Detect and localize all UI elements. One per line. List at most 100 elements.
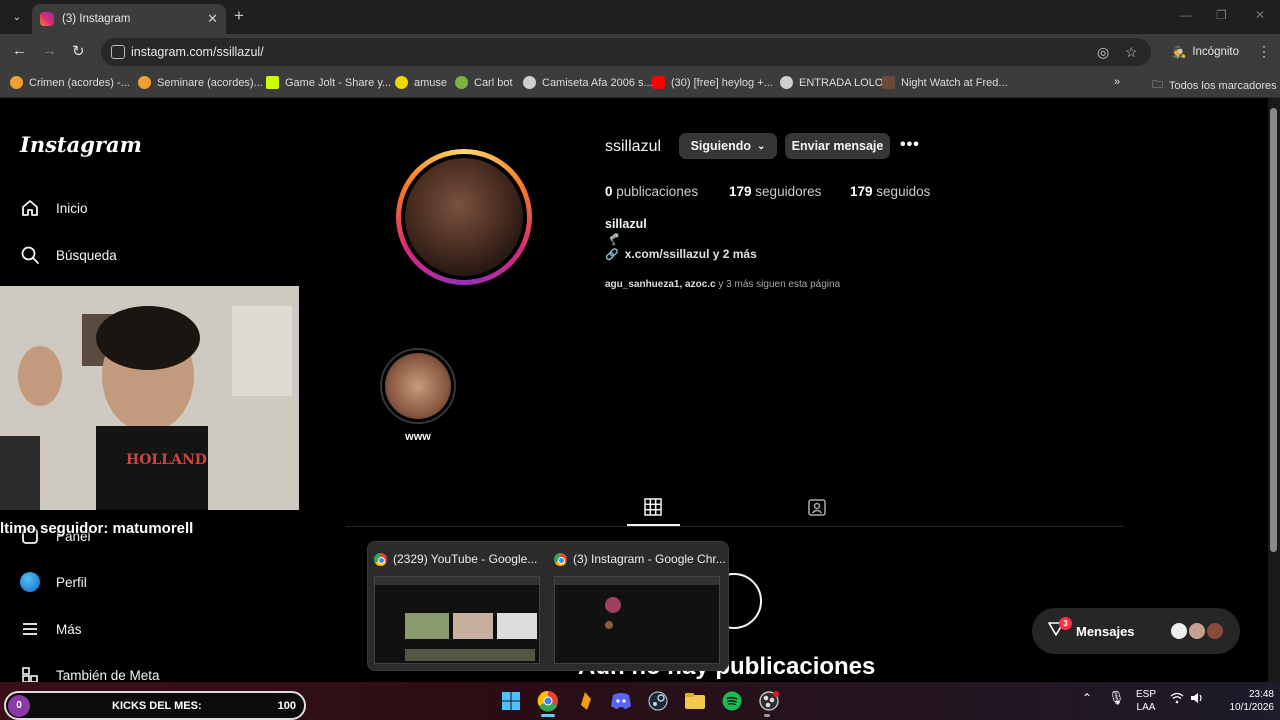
posts-grid-icon[interactable] bbox=[644, 498, 662, 521]
windows-start-icon[interactable] bbox=[499, 689, 523, 713]
followers-stat[interactable]: 179 seguidores bbox=[729, 184, 821, 199]
taskbar-window-preview: (2329) YouTube - Google... (3) Instagram… bbox=[367, 541, 729, 671]
spotify-icon[interactable] bbox=[720, 689, 744, 713]
eye-off-icon[interactable]: ◎ bbox=[1097, 44, 1109, 61]
obs-running-indicator bbox=[764, 714, 770, 717]
instagram-logo[interactable]: Instagram bbox=[20, 132, 142, 157]
bookmark-label: amuse bbox=[414, 76, 448, 89]
instagram-favicon-icon bbox=[40, 12, 54, 26]
tagged-icon[interactable] bbox=[808, 498, 826, 521]
last-follower-overlay: ltimo seguidor: matumorell bbox=[0, 520, 194, 537]
bookmark-label: Seminare (acordes)... bbox=[157, 76, 263, 89]
incognito-icon: 🕵 bbox=[1172, 47, 1187, 59]
bookmark-item[interactable]: (30) [free] heylog +... bbox=[652, 76, 773, 89]
bookmark-label: ENTRADA LOLO bbox=[799, 76, 884, 89]
bookmark-item[interactable]: amuse bbox=[395, 76, 447, 89]
volume-icon[interactable] bbox=[1190, 692, 1204, 708]
bookmark-item[interactable]: Seminare (acordes)... bbox=[138, 76, 263, 89]
messages-badge: 3 bbox=[1059, 617, 1072, 630]
clock[interactable]: 23:48 10/1/2026 bbox=[1218, 688, 1275, 714]
bookmark-label: Carl bot bbox=[474, 76, 513, 89]
wifi-icon[interactable] bbox=[1170, 692, 1184, 707]
followed-by-names: agu_sanhueza1, azoc.c bbox=[605, 279, 716, 290]
sidebar-item-inicio[interactable]: Inicio bbox=[20, 198, 88, 218]
address-bar[interactable]: instagram.com/ssillazul/ ◎ ☆ bbox=[101, 38, 1151, 66]
bookmark-item[interactable]: ENTRADA LOLO bbox=[780, 76, 883, 89]
scrollbar-thumb[interactable] bbox=[1270, 108, 1277, 552]
new-tab-icon[interactable]: + bbox=[234, 6, 244, 26]
bookmark-favicon-icon bbox=[266, 76, 279, 89]
sidebar-item-label: Inicio bbox=[56, 200, 88, 216]
home-icon bbox=[20, 198, 40, 218]
following-stat[interactable]: 179 seguidos bbox=[850, 184, 930, 199]
link-icon: 🔗 bbox=[605, 248, 619, 261]
more-options-icon[interactable]: ••• bbox=[900, 136, 920, 154]
profile-username: ssillazul bbox=[605, 138, 662, 155]
browser-tab-instagram[interactable]: (3) Instagram ✕ bbox=[32, 4, 226, 34]
sidebar-item-busqueda[interactable]: Búsqueda bbox=[20, 245, 117, 265]
microphone-icon[interactable]: 🎙 bbox=[1108, 691, 1125, 704]
bookmark-favicon-icon bbox=[780, 76, 793, 89]
input-language: ESP bbox=[1136, 689, 1157, 700]
bookmark-item[interactable]: Carl bot bbox=[455, 76, 513, 89]
site-info-icon[interactable] bbox=[111, 45, 125, 59]
discord-icon[interactable] bbox=[609, 689, 633, 713]
forward-icon[interactable]: → bbox=[42, 42, 57, 59]
posts-label: publicaciones bbox=[616, 184, 699, 199]
preview-window-youtube[interactable]: (2329) YouTube - Google... bbox=[374, 550, 546, 664]
posts-count: 0 bbox=[605, 184, 613, 199]
incognito-badge[interactable]: 🕵 Incógnito bbox=[1160, 39, 1252, 65]
bookmark-item[interactable]: Game Jolt - Share y... bbox=[266, 76, 391, 89]
maximize-icon[interactable]: ❐ bbox=[1216, 8, 1227, 22]
story-highlight-image[interactable] bbox=[385, 353, 451, 419]
input-language-indicator[interactable]: ESP LAA bbox=[1136, 688, 1156, 714]
fl-studio-icon[interactable] bbox=[573, 689, 597, 713]
send-message-button[interactable]: Enviar mensaje bbox=[785, 133, 890, 159]
bookmarks-overflow-icon[interactable]: » bbox=[1114, 76, 1120, 88]
kicks-goal: 100 bbox=[277, 699, 296, 712]
following-button[interactable]: Siguiendo ⌄ bbox=[679, 133, 777, 159]
tab-close-icon[interactable]: ✕ bbox=[207, 11, 218, 27]
bookmark-item[interactable]: Camiseta Afa 2006 s... bbox=[523, 76, 653, 89]
window-close-icon[interactable]: ✕ bbox=[1255, 8, 1265, 22]
chrome-icon bbox=[554, 552, 567, 566]
profile-avatar-icon bbox=[20, 572, 40, 592]
kicks-label: KICKS DEL MES: bbox=[112, 699, 202, 712]
bookmark-favicon-icon bbox=[10, 76, 23, 89]
followed-by-text[interactable]: agu_sanhueza1, azoc.c y 3 más siguen est… bbox=[605, 279, 840, 290]
sidebar-item-mas[interactable]: Más bbox=[20, 619, 82, 639]
minimize-icon[interactable]: — bbox=[1180, 8, 1192, 22]
bookmark-favicon-icon bbox=[455, 76, 468, 89]
back-icon[interactable]: ← bbox=[12, 42, 27, 59]
webcam-overlay: HOLLAND bbox=[0, 286, 299, 510]
bookmark-label: Night Watch at Fred... bbox=[901, 76, 1008, 89]
followers-label: seguidores bbox=[755, 184, 822, 199]
incognito-label: Incógnito bbox=[1192, 46, 1240, 58]
bookmark-item[interactable]: Night Watch at Fred... bbox=[882, 76, 1008, 89]
browser-menu-icon[interactable]: ⋮ bbox=[1257, 43, 1271, 60]
preview-window-instagram[interactable]: (3) Instagram - Google Chr... bbox=[554, 550, 726, 664]
bookmark-star-icon[interactable]: ☆ bbox=[1125, 44, 1138, 61]
profile-avatar[interactable] bbox=[405, 158, 523, 276]
tray-overflow-icon[interactable]: ⌃ bbox=[1082, 692, 1092, 705]
sidebar-item-perfil[interactable]: Perfil bbox=[20, 572, 87, 592]
obs-icon[interactable] bbox=[757, 689, 781, 713]
kicks-goal-widget: 0 KICKS DEL MES: 100 bbox=[4, 691, 306, 720]
tab-search-icon[interactable]: ⌄ bbox=[6, 7, 28, 27]
file-explorer-icon[interactable] bbox=[683, 689, 707, 713]
reload-icon[interactable]: ↻ bbox=[72, 42, 85, 60]
all-bookmarks-label: Todos los marcadores bbox=[1169, 79, 1277, 92]
webcam-image: HOLLAND bbox=[0, 286, 299, 510]
all-bookmarks[interactable]: 🗀 Todos los marcadores bbox=[1152, 76, 1277, 95]
chrome-taskbar-icon[interactable] bbox=[536, 689, 560, 713]
chevron-down-icon: ⌄ bbox=[757, 140, 766, 152]
chrome-icon bbox=[374, 552, 387, 566]
following-count: 179 bbox=[850, 184, 873, 199]
profile-link[interactable]: 🔗 x.com/ssillazul y 2 más bbox=[605, 247, 757, 261]
bookmark-favicon-icon bbox=[523, 76, 536, 89]
steam-icon[interactable] bbox=[646, 689, 670, 713]
bookmark-label: Crimen (acordes) -... bbox=[29, 76, 130, 89]
bookmark-item[interactable]: Crimen (acordes) -... bbox=[10, 76, 130, 89]
following-label: seguidos bbox=[876, 184, 931, 199]
profile-tabs-divider bbox=[346, 526, 1124, 527]
